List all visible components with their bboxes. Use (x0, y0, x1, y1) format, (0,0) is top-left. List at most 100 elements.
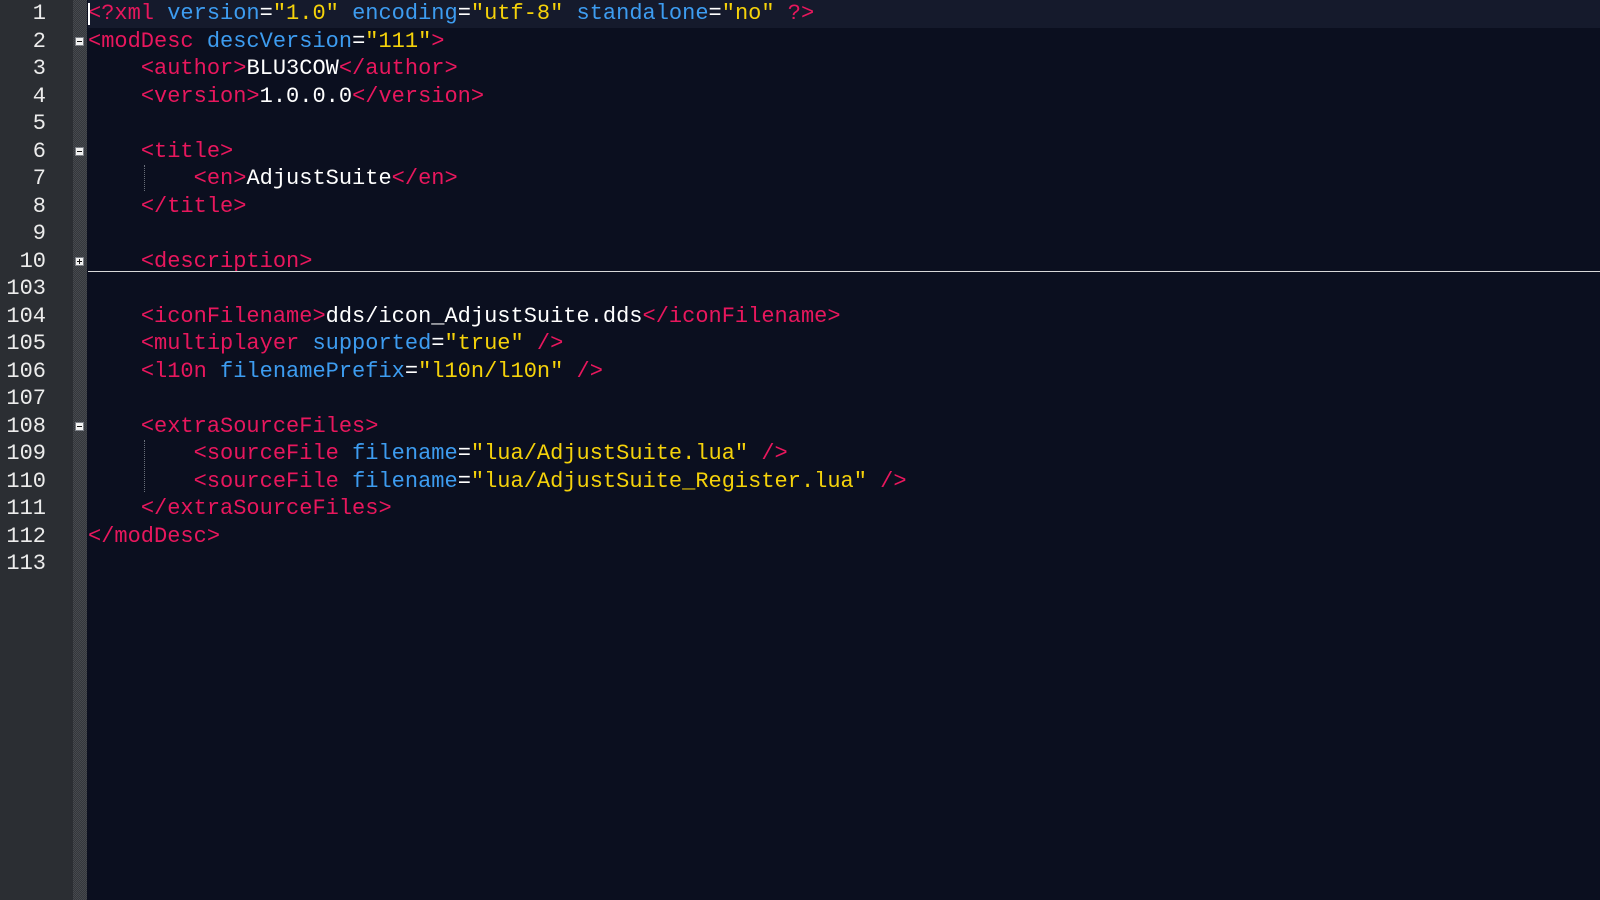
code-line[interactable]: 2 <modDesc descVersion="111"> (0, 28, 1600, 56)
code-line[interactable]: 104 <iconFilename>dds/icon_AdjustSuite.d… (0, 303, 1600, 331)
line-code[interactable] (88, 385, 1600, 413)
line-code[interactable]: <sourceFile filename="lua/AdjustSuite.lu… (88, 440, 1600, 468)
line-code[interactable]: <version>1.0.0.0</version> (88, 83, 1600, 111)
code-lines[interactable]: 1 <?xml version="1.0" encoding="utf-8" st… (0, 0, 1600, 900)
code-token: "no" (721, 1, 775, 26)
code-token: 1.0.0.0 (259, 83, 353, 109)
code-line[interactable]: 109 <sourceFile filename="lua/AdjustSuit… (0, 440, 1600, 468)
code-token: = (404, 358, 419, 384)
line-code[interactable]: <iconFilename>dds/icon_AdjustSuite.dds</… (88, 303, 1600, 331)
line-number: 7 (32, 166, 46, 191)
fold-collapse-icon[interactable] (75, 421, 84, 431)
code-token: = (352, 28, 366, 54)
code-line[interactable]: 110 <sourceFile filename="lua/AdjustSuit… (0, 468, 1600, 496)
line-number: 109 (6, 441, 46, 466)
fold-collapse-icon[interactable] (75, 146, 84, 156)
line-code[interactable]: <title> (88, 138, 1600, 166)
code-token: <extraSourceFiles> (140, 413, 379, 439)
code-token: <description> (140, 248, 313, 274)
code-line[interactable]: 6 <title> (0, 138, 1600, 166)
code-line[interactable]: 106 <l10n filenamePrefix="l10n/l10n" /> (0, 358, 1600, 386)
line-code[interactable] (88, 110, 1600, 138)
code-token: <sourceFile (193, 468, 339, 494)
line-number: 2 (32, 28, 46, 54)
code-line[interactable]: 113 (0, 550, 1600, 578)
code-token: version (167, 1, 260, 26)
line-code[interactable]: </title> (88, 193, 1600, 221)
code-line[interactable]: 108 <extraSourceFiles> (0, 413, 1600, 441)
code-line[interactable]: 8 </title> (0, 193, 1600, 221)
code-token: </iconFilename> (642, 303, 841, 329)
code-token: </version> (352, 83, 485, 109)
code-line[interactable]: 5 (0, 110, 1600, 138)
code-token: dds/icon_AdjustSuite.dds (325, 303, 643, 329)
line-number: 112 (6, 523, 46, 549)
code-token: <l10n (140, 358, 207, 384)
line-code[interactable]: </modDesc> (88, 523, 1600, 551)
code-token: <iconFilename> (140, 303, 326, 329)
code-token: standalone (576, 1, 709, 26)
code-token: </extraSourceFiles> (140, 496, 392, 521)
code-token: "utf-8" (470, 1, 564, 26)
code-token: "lua/AdjustSuite.lua" (470, 441, 749, 466)
line-code[interactable]: <modDesc descVersion="111"> (88, 28, 1600, 56)
code-line[interactable]: 9 (0, 220, 1600, 248)
code-editor[interactable]: 1 <?xml version="1.0" encoding="utf-8" st… (0, 0, 1600, 900)
line-code[interactable]: </extraSourceFiles> (88, 495, 1600, 523)
line-number: 108 (6, 413, 46, 439)
fold-collapse-icon[interactable] (75, 36, 84, 46)
line-code[interactable]: <author>BLU3COW</author> (88, 55, 1600, 83)
code-line[interactable]: 112 </modDesc> (0, 523, 1600, 551)
fold-expand-icon[interactable] (75, 256, 84, 266)
code-line[interactable]: 111 </extraSourceFiles> (0, 495, 1600, 523)
code-line[interactable]: 7 <en>AdjustSuite</en> (0, 165, 1600, 193)
line-number: 104 (6, 303, 46, 329)
code-line[interactable]: 3 <author>BLU3COW</author> (0, 55, 1600, 83)
line-code[interactable] (88, 550, 1600, 578)
line-number: 4 (32, 83, 46, 109)
line-number: 111 (6, 496, 46, 521)
line-number: 107 (6, 386, 46, 411)
line-code[interactable]: <multiplayer supported="true" /> (88, 330, 1600, 358)
code-token: /> (576, 358, 603, 384)
code-token: <en> (193, 166, 247, 191)
code-line[interactable]: 1 <?xml version="1.0" encoding="utf-8" st… (0, 0, 1600, 28)
code-line[interactable]: 4 <version>1.0.0.0</version> (0, 83, 1600, 111)
line-code[interactable]: <en>AdjustSuite</en> (88, 165, 1600, 193)
line-number: 9 (32, 221, 46, 246)
line-code[interactable]: <extraSourceFiles> (88, 413, 1600, 441)
line-code[interactable] (88, 275, 1600, 303)
line-number: 10 (19, 248, 46, 274)
code-token: > (431, 28, 445, 54)
line-code[interactable]: <l10n filenamePrefix="l10n/l10n" /> (88, 358, 1600, 386)
line-code[interactable]: <sourceFile filename="lua/AdjustSuite_Re… (88, 468, 1600, 496)
code-token: </modDesc> (88, 523, 221, 549)
line-code[interactable] (88, 220, 1600, 248)
code-token: = (457, 468, 471, 494)
code-token: "true" (444, 331, 524, 356)
code-token: = (259, 1, 273, 26)
code-line[interactable]: 105 <multiplayer supported="true" /> (0, 330, 1600, 358)
line-code[interactable]: <?xml version="1.0" encoding="utf-8" sta… (88, 0, 1600, 28)
code-token: "111" (365, 28, 432, 54)
code-line[interactable]: 107 (0, 385, 1600, 413)
code-token: /> (761, 441, 788, 466)
code-token: = (431, 331, 445, 356)
line-number: 113 (6, 551, 46, 576)
code-line[interactable]: 103 (0, 275, 1600, 303)
code-token: <sourceFile (193, 441, 339, 466)
